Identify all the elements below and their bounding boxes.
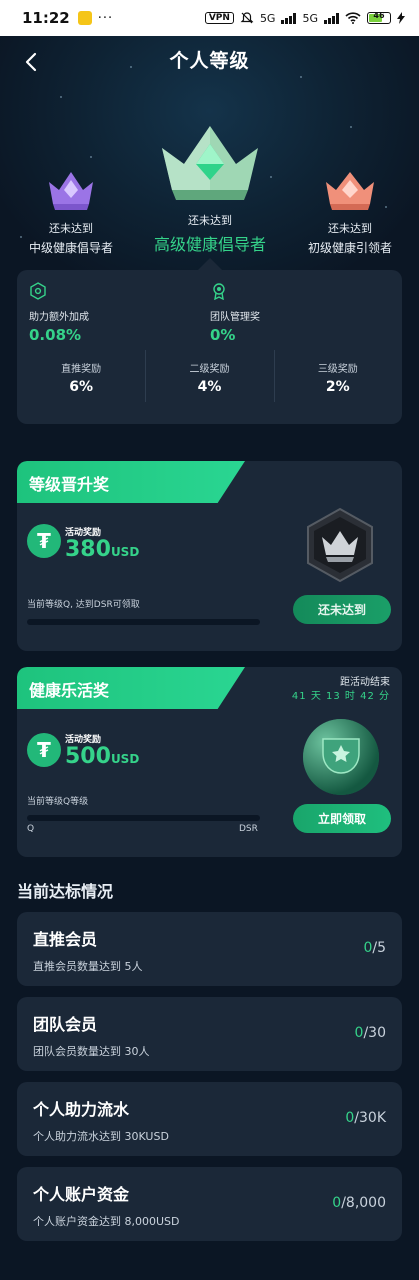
signal-icon-2 xyxy=(324,12,339,24)
reward-amount: 500USD xyxy=(65,744,140,769)
task-description: 个人账户资金达到 8,000USD xyxy=(33,1215,180,1228)
level-name: 高级健康倡导者 xyxy=(153,235,266,254)
reward-label: 二级奖励 xyxy=(189,364,230,375)
task-description: 个人助力流水达到 30KUSD xyxy=(33,1130,169,1143)
promo-description: 当前等级Q, 达到DSR可领取 xyxy=(27,600,140,610)
claim-now-button[interactable]: 立即领取 xyxy=(293,804,391,833)
task-description: 团队会员数量达到 30人 xyxy=(33,1045,150,1058)
task-title: 个人账户资金 xyxy=(33,1185,130,1204)
promo-description: 当前等级Q等级 xyxy=(27,797,89,807)
boost-hex-icon xyxy=(30,282,46,300)
task-description: 直推会员数量达到 5人 xyxy=(33,960,143,973)
usdt-icon: ₮ xyxy=(27,733,61,767)
task-title: 团队会员 xyxy=(33,1015,98,1034)
network-5g-label-2: 5G xyxy=(302,11,318,25)
level-hero: 个人等级 还未达到 中级健康倡导者 还未达到 高级健康倡导者 还未达到 初级健康… xyxy=(0,36,419,286)
task-account-funds: 个人账户资金 个人账户资金达到 8,000USD 0/8,000 xyxy=(17,1167,402,1241)
level-status: 还未达到 xyxy=(49,222,93,235)
level-name: 初级健康引领者 xyxy=(307,241,392,255)
reward-level3: 三级奖励 2% xyxy=(273,350,402,402)
team-label: 团队管理奖 xyxy=(210,312,260,323)
coral-crown-badge-icon xyxy=(326,172,374,210)
reward-level2: 二级奖励 4% xyxy=(145,350,273,402)
countdown-value: 41 天 13 时 42 分 xyxy=(291,691,390,702)
network-5g-label: 5G xyxy=(259,11,276,25)
reward-value: 2% xyxy=(325,379,350,395)
wifi-icon xyxy=(345,12,361,24)
progress-bar xyxy=(27,815,260,821)
task-progress: 0/8,000 xyxy=(332,1195,386,1211)
healthy-life-reward-card: 健康乐活奖 距活动结束 41 天 13 时 42 分 ₮ 活动奖励 500USD… xyxy=(17,667,402,857)
progress-end-label: DSR xyxy=(239,824,258,834)
level-card-senior[interactable]: 还未达到 高级健康倡导者 xyxy=(140,122,280,255)
task-team-members: 团队会员 团队会员数量达到 30人 0/30 xyxy=(17,997,402,1071)
battery-icon: 46 xyxy=(367,11,391,24)
promotion-reward-card: 等级晋升奖 ₮ 活动奖励 380USD 当前等级Q, 达到DSR可领取 还未达到 xyxy=(17,461,402,651)
referral-rewards: 直推奖励 6% 二级奖励 4% 三级奖励 2% xyxy=(17,350,402,402)
signal-icon xyxy=(281,12,297,24)
page-title: 个人等级 xyxy=(169,50,250,72)
level-card-leader[interactable]: 还未达到 初级健康引领者 xyxy=(298,168,402,256)
status-time: 11:22 xyxy=(22,9,70,27)
reward-value: 4% xyxy=(197,379,222,395)
section-title: 当前达标情况 xyxy=(17,882,114,901)
task-direct-members: 直推会员 直推会员数量达到 5人 0/5 xyxy=(17,912,402,986)
reward-direct: 直推奖励 6% xyxy=(17,350,145,402)
level-card-intermediate[interactable]: 还未达到 中级健康倡导者 xyxy=(22,168,120,256)
task-progress: 0/5 xyxy=(363,940,386,956)
task-title: 个人助力流水 xyxy=(33,1100,130,1119)
reward-amount: 380USD xyxy=(65,537,140,562)
team-value: 0% xyxy=(210,326,236,344)
level-name: 中级健康倡导者 xyxy=(28,241,113,255)
progress-start-label: Q xyxy=(27,824,35,834)
usdt-icon: ₮ xyxy=(27,524,61,558)
level-benefits-card: 助力额外加成 0.08% 团队管理奖 0% 直推奖励 6% 二级奖励 4% 三级… xyxy=(17,270,402,424)
mute-bell-icon xyxy=(240,12,254,24)
green-crown-badge-icon xyxy=(162,126,258,200)
charging-icon xyxy=(397,12,405,24)
reward-label: 三级奖励 xyxy=(317,364,358,375)
level-status: 还未达到 xyxy=(188,214,232,227)
level-status: 还未达到 xyxy=(328,222,372,235)
reward-value: 6% xyxy=(69,379,94,395)
task-personal-flow: 个人助力流水 个人助力流水达到 30KUSD 0/30K xyxy=(17,1082,402,1156)
more-notifications: ··· xyxy=(97,10,114,26)
grey-crown-medal-icon xyxy=(307,507,373,583)
award-ribbon-icon xyxy=(213,283,225,301)
task-progress: 0/30 xyxy=(354,1025,386,1041)
status-bar: 11:22 ··· VPN 5G 5G 46 xyxy=(0,0,419,36)
selected-level-pointer xyxy=(198,258,222,270)
reward-label: 直推奖励 xyxy=(61,364,102,375)
countdown-label: 距活动结束 xyxy=(340,677,390,688)
task-title: 直推会员 xyxy=(33,930,98,949)
notification-app-icon xyxy=(77,11,92,25)
battery-level: 46 xyxy=(373,11,385,20)
task-progress: 0/30K xyxy=(345,1110,386,1126)
promo-tag: 健康乐活奖 xyxy=(17,667,245,709)
boost-label: 助力额外加成 xyxy=(29,312,89,323)
boost-value: 0.08% xyxy=(29,326,82,344)
boost-bonus: 助力额外加成 0.08% xyxy=(29,282,89,344)
not-reached-button[interactable]: 还未达到 xyxy=(293,595,391,624)
promo-tag: 等级晋升奖 xyxy=(17,461,245,503)
green-trophy-icon xyxy=(303,719,379,795)
team-bonus: 团队管理奖 0% xyxy=(210,282,260,344)
purple-crown-badge-icon xyxy=(49,172,93,210)
vpn-icon: VPN xyxy=(204,12,234,24)
progress-bar xyxy=(27,619,260,625)
status-icons: VPN 5G 5G 46 xyxy=(204,11,405,25)
